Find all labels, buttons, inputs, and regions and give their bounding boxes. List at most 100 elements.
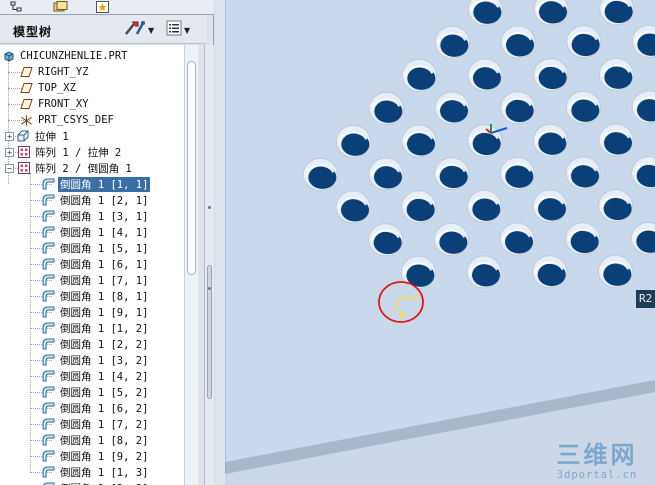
tree-node[interactable]: 倒圆角 1 [4, 1] <box>0 224 184 240</box>
tree-header: 模型树 ▼ ▼ <box>0 16 206 44</box>
tree-node[interactable]: 倒圆角 1 [3, 1] <box>0 208 184 224</box>
tree-node-label: TOP_XZ <box>38 82 76 94</box>
round-icon <box>42 450 55 463</box>
collapse-icon[interactable]: − <box>5 163 14 173</box>
model-tree-panel: 模型树 ▼ ▼ CHICUNZHENLIE.PRT RIGHT_YZ TOP_XZ F… <box>0 0 214 485</box>
tree-node[interactable]: 倒圆角 1 [2, 3] <box>0 480 184 485</box>
tree-node[interactable]: FRONT_XY <box>0 96 184 112</box>
tree-title: 模型树 <box>13 25 53 39</box>
tree-node[interactable]: 倒圆角 1 [3, 2] <box>0 352 184 368</box>
tree-node-label: 倒圆角 1 [1, 3] <box>60 466 149 479</box>
round-icon <box>42 274 55 287</box>
tree-node-label: 倒圆角 1 [5, 2] <box>60 386 149 399</box>
tree-node-label: 倒圆角 1 [6, 1] <box>60 258 149 271</box>
round-icon <box>42 290 55 303</box>
tree-node-label: 倒圆角 1 [6, 2] <box>60 402 149 415</box>
round-icon <box>42 386 55 399</box>
tree-node[interactable]: 倒圆角 1 [1, 3] <box>0 464 184 480</box>
tree-node-label: CHICUNZHENLIE.PRT <box>20 50 128 62</box>
datum-plane-icon <box>20 98 33 111</box>
watermark-url: 3dportal.cn <box>556 469 638 481</box>
tree-node-label: 倒圆角 1 [9, 2] <box>60 450 149 463</box>
tree-node[interactable]: + 拉伸 1 <box>0 128 184 144</box>
expand-icon[interactable]: + <box>5 147 14 157</box>
tree-node-label: 倒圆角 1 [8, 2] <box>60 434 149 447</box>
tree-node[interactable]: 倒圆角 1 [5, 1] <box>0 240 184 256</box>
tree-node-label: 阵列 1 / 拉伸 2 <box>35 146 122 159</box>
round-icon <box>42 354 55 367</box>
tree-show-button[interactable]: ▼ <box>166 20 191 39</box>
panel-splitter[interactable] <box>204 45 214 485</box>
pattern-icon <box>17 162 30 175</box>
tree-node-label: RIGHT_YZ <box>38 66 89 78</box>
tree-node[interactable]: 倒圆角 1 [4, 2] <box>0 368 184 384</box>
part-icon <box>2 50 15 63</box>
splitter-grip-icon <box>208 206 211 209</box>
round-icon <box>42 178 55 191</box>
tree-node[interactable]: CHICUNZHENLIE.PRT <box>0 48 184 64</box>
watermark: 三维网 3dportal.cn <box>545 441 649 481</box>
round-icon <box>42 258 55 271</box>
tree-node[interactable]: + 阵列 1 / 拉伸 2 <box>0 144 184 160</box>
splitter-handle[interactable] <box>207 265 212 399</box>
folder-browser-tab-icon[interactable] <box>50 0 72 14</box>
tree-node[interactable]: 倒圆角 1 [9, 2] <box>0 448 184 464</box>
tree-node[interactable]: 倒圆角 1 [6, 1] <box>0 256 184 272</box>
tree-node-label: 阵列 2 / 倒圆角 1 <box>35 162 132 175</box>
tree-node[interactable]: 倒圆角 1 [8, 2] <box>0 432 184 448</box>
round-icon <box>42 402 55 415</box>
viewport-margin <box>215 0 225 485</box>
tree-node-label: 拉伸 1 <box>35 130 69 143</box>
tree-node-label: 倒圆角 1 [1, 1] <box>58 176 151 192</box>
tree-node[interactable]: 倒圆角 1 [9, 1] <box>0 304 184 320</box>
tree-node[interactable]: 倒圆角 1 [6, 2] <box>0 400 184 416</box>
tree-node-label: 倒圆角 1 [5, 1] <box>60 242 149 255</box>
round-icon <box>42 226 55 239</box>
tree-settings-icon <box>124 20 146 40</box>
chevron-down-icon: ▼ <box>148 25 155 35</box>
tree-node-label: 倒圆角 1 [7, 2] <box>60 418 149 431</box>
round-icon <box>42 322 55 335</box>
scrollbar-thumb[interactable] <box>187 61 196 275</box>
tree-node-label: FRONT_XY <box>38 98 89 110</box>
graphics-window[interactable]: R2 三维网 3dportal.cn <box>215 0 655 485</box>
tree-scrollbar[interactable] <box>184 45 198 485</box>
expand-icon[interactable]: + <box>5 131 14 141</box>
tree-node-label: 倒圆角 1 [4, 1] <box>60 226 149 239</box>
chevron-down-icon: ▼ <box>184 25 191 35</box>
tree-node[interactable]: PRT_CSYS_DEF <box>0 112 184 128</box>
datum-plane-icon <box>20 66 33 79</box>
tree-node-label: 倒圆角 1 [1, 2] <box>60 322 149 335</box>
round-icon <box>42 194 55 207</box>
tree-node[interactable]: − 阵列 2 / 倒圆角 1 <box>0 160 184 176</box>
round-icon <box>42 210 55 223</box>
favorites-tab-icon[interactable] <box>92 0 112 14</box>
dimension-label[interactable]: R2 <box>636 290 655 308</box>
tree-node[interactable]: 倒圆角 1 [7, 1] <box>0 272 184 288</box>
datum-plane-icon <box>20 82 33 95</box>
splitter-grip-icon <box>208 287 211 290</box>
round-icon <box>42 338 55 351</box>
tree-node-label: 倒圆角 1 [2, 2] <box>60 338 149 351</box>
tree-settings-button[interactable]: ▼ <box>124 21 154 39</box>
tree-node[interactable]: RIGHT_YZ <box>0 64 184 80</box>
tree-node-label: 倒圆角 1 [7, 1] <box>60 274 149 287</box>
tree-node[interactable]: 倒圆角 1 [1, 1] <box>0 176 184 192</box>
extrude-icon <box>17 130 30 143</box>
tree-node-label: PRT_CSYS_DEF <box>38 114 114 126</box>
tree-node[interactable]: 倒圆角 1 [2, 1] <box>0 192 184 208</box>
tree-node[interactable]: 倒圆角 1 [1, 2] <box>0 320 184 336</box>
watermark-logo: 三维网 <box>556 441 638 469</box>
tree-node-label: 倒圆角 1 [3, 2] <box>60 354 149 367</box>
round-icon <box>42 482 55 485</box>
tree-node-label: 倒圆角 1 [2, 3] <box>58 481 150 485</box>
tree-node-label: 倒圆角 1 [8, 1] <box>60 290 149 303</box>
round-icon <box>42 434 55 447</box>
tree-node-label: 倒圆角 1 [4, 2] <box>60 370 149 383</box>
tree-node[interactable]: 倒圆角 1 [8, 1] <box>0 288 184 304</box>
tree-node[interactable]: 倒圆角 1 [2, 2] <box>0 336 184 352</box>
tree-node[interactable]: 倒圆角 1 [7, 2] <box>0 416 184 432</box>
tree-node[interactable]: TOP_XZ <box>0 80 184 96</box>
tree-node[interactable]: 倒圆角 1 [5, 2] <box>0 384 184 400</box>
model-tree-tab-icon[interactable] <box>6 0 28 14</box>
